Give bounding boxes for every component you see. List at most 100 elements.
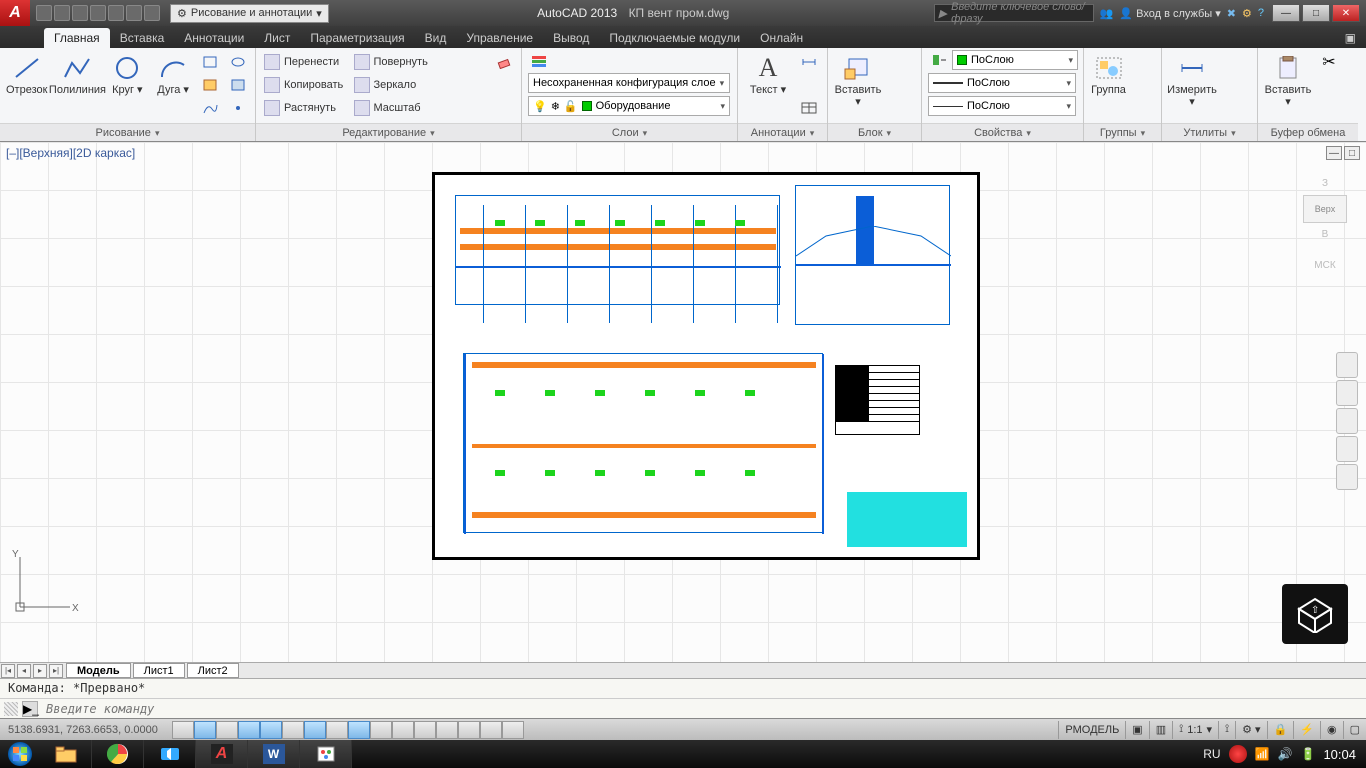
paste-button[interactable]: Вставить ▾ [1264, 50, 1312, 108]
stretch-button[interactable]: Растянуть [262, 98, 346, 118]
point-icon[interactable] [227, 98, 249, 118]
signin-button[interactable]: 👤 Вход в службы ▾ [1119, 7, 1220, 20]
status-ducs-icon[interactable] [326, 721, 348, 739]
insert-block-button[interactable]: Вставить ▾ [834, 50, 882, 108]
leader-icon[interactable] [798, 75, 820, 95]
taskbar-paint[interactable] [300, 740, 352, 768]
layout-tab-model[interactable]: Модель [66, 663, 131, 678]
layer-match-icon[interactable] [672, 50, 694, 70]
status-qp-icon[interactable] [414, 721, 436, 739]
workspace-combo[interactable]: ⚙Рисование и аннотации▾ [170, 4, 329, 23]
move-button[interactable]: Перенести [262, 52, 346, 72]
status-snap-icon[interactable] [172, 721, 194, 739]
ucs-icon[interactable]: YX [10, 547, 80, 622]
ribbon-help-icon[interactable]: ▣ [1335, 28, 1366, 48]
tray-volume-icon[interactable]: 🔊 [1278, 747, 1293, 761]
status-polar-icon[interactable] [238, 721, 260, 739]
layer-lock-icon[interactable] [600, 50, 622, 70]
group-edit-icon[interactable] [1133, 75, 1155, 95]
viewport-label[interactable]: [–][Верхняя][2D каркас] [6, 146, 135, 160]
infocenter-search[interactable]: ▶Введите ключевое слово/фразу [934, 4, 1094, 22]
qat-open-icon[interactable] [54, 5, 70, 21]
layout-tab-1[interactable]: Лист1 [133, 663, 185, 678]
isolate-objects-icon[interactable]: ◉ [1320, 721, 1343, 739]
annotation-visibility-icon[interactable]: ⟟ [1218, 721, 1235, 739]
status-otrack-icon[interactable] [304, 721, 326, 739]
dimension-icon[interactable] [798, 52, 820, 72]
tab-view[interactable]: Вид [415, 28, 457, 48]
people-icon[interactable]: 👥 [1100, 7, 1114, 20]
block-create-icon[interactable] [888, 52, 910, 72]
lineweight-combo[interactable]: ПоСлою [928, 73, 1076, 93]
tray-clock[interactable]: 10:04 [1323, 747, 1356, 762]
model-space-toggle[interactable]: РМОДЕЛЬ [1058, 721, 1125, 739]
nav-wheel-icon[interactable] [1336, 352, 1358, 378]
tray-network-icon[interactable]: 📶 [1255, 747, 1270, 761]
tab-output[interactable]: Вывод [543, 28, 599, 48]
spline-icon[interactable] [199, 98, 221, 118]
tab-insert[interactable]: Вставка [110, 28, 175, 48]
qat-new-icon[interactable] [36, 5, 52, 21]
array-icon[interactable] [441, 98, 463, 118]
fillet-icon[interactable] [441, 75, 463, 95]
layer-off-icon[interactable] [552, 50, 574, 70]
extend-icon[interactable] [465, 52, 487, 72]
scale-button[interactable]: Масштаб [352, 98, 436, 118]
layer-iso-icon[interactable] [624, 50, 646, 70]
layout-nav-first[interactable]: |◂ [1, 664, 15, 678]
tab-parametric[interactable]: Параметризация [300, 28, 414, 48]
qat-saveas-icon[interactable] [90, 5, 106, 21]
taskbar-autocad[interactable]: A [196, 740, 248, 768]
command-drag-handle[interactable] [4, 702, 18, 716]
line-button[interactable]: Отрезок [6, 50, 47, 96]
status-dyn-icon[interactable] [348, 721, 370, 739]
viewport-minimize-icon[interactable]: — [1326, 146, 1342, 160]
toolbar-lock-icon[interactable]: 🔒 [1267, 721, 1294, 739]
tab-online[interactable]: Онлайн [750, 28, 813, 48]
cut-icon[interactable]: ✂ [1318, 52, 1340, 72]
layer-state-combo[interactable]: Несохраненная конфигурация слое [528, 73, 730, 93]
nav-zoom-icon[interactable] [1336, 408, 1358, 434]
command-input[interactable] [42, 702, 1366, 716]
layout-nav-last[interactable]: ▸| [49, 664, 63, 678]
linetype-combo[interactable]: ПоСлою [928, 96, 1076, 116]
tab-home[interactable]: Главная [44, 28, 110, 48]
qat-plot-icon[interactable] [108, 5, 124, 21]
qat-undo-icon[interactable] [126, 5, 142, 21]
ungroup-icon[interactable] [1133, 52, 1155, 72]
taskbar-chrome[interactable] [92, 740, 144, 768]
layer-props-icon[interactable] [528, 50, 550, 70]
block-edit-icon[interactable] [888, 75, 910, 95]
taskbar-volume[interactable] [144, 740, 196, 768]
start-button[interactable] [0, 740, 40, 768]
tab-manage[interactable]: Управление [456, 28, 543, 48]
tray-battery-icon[interactable]: 🔋 [1301, 747, 1316, 761]
favorites-icon[interactable]: ⚙ [1242, 7, 1252, 20]
minimize-button[interactable]: — [1272, 4, 1300, 22]
rotate-button[interactable]: Повернуть [352, 52, 436, 72]
block-attr-icon[interactable] [888, 98, 910, 118]
status-sc-icon[interactable] [436, 721, 458, 739]
layer-prev-icon[interactable] [648, 50, 670, 70]
navigation-bar[interactable] [1336, 352, 1358, 492]
status-tpy-icon[interactable] [392, 721, 414, 739]
status-am-icon[interactable] [458, 721, 480, 739]
polyline-button[interactable]: Полилиния [53, 50, 101, 96]
measure-button[interactable]: Измерить ▾ [1168, 50, 1216, 108]
nav-orbit-icon[interactable] [1336, 436, 1358, 462]
layout-nav-next[interactable]: ▸ [33, 664, 47, 678]
quick-select-icon[interactable] [1222, 75, 1244, 95]
exchange-icon[interactable]: ✖ [1227, 7, 1236, 20]
tray-action-center-icon[interactable] [1229, 745, 1247, 763]
close-button[interactable]: ✕ [1332, 4, 1360, 22]
status-tray2-icon[interactable] [502, 721, 524, 739]
nav-pan-icon[interactable] [1336, 380, 1358, 406]
tab-plugins[interactable]: Подключаемые модули [599, 28, 750, 48]
status-tray1-icon[interactable] [480, 721, 502, 739]
clip-match-icon[interactable] [1318, 98, 1340, 118]
qat-redo-icon[interactable] [144, 5, 160, 21]
color-combo[interactable]: ПоСлою [952, 50, 1078, 70]
join-icon[interactable] [493, 98, 515, 118]
status-osnap-icon[interactable] [260, 721, 282, 739]
status-layout-icon[interactable]: ▣ [1125, 721, 1148, 739]
